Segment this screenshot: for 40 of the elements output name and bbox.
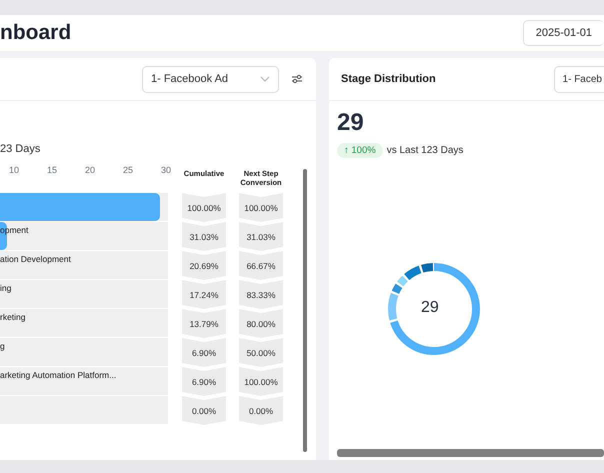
- percentage-cell: 100.00%: [182, 193, 226, 222]
- percentage-cell: 100.00%: [239, 193, 283, 222]
- change-badge: ↑ 100%: [337, 143, 383, 158]
- percentage-cell: 6.90%: [182, 338, 226, 367]
- axis-tick-label: 25: [122, 164, 134, 177]
- caret-icon: [260, 76, 270, 82]
- page-title: nboard: [0, 21, 72, 45]
- percentage-cell: 6.90%: [182, 367, 226, 396]
- axis-tick-label: 20: [84, 164, 96, 177]
- percentage-cell: 31.03%: [239, 222, 283, 251]
- percentage-cell: 80.00%: [239, 309, 283, 338]
- scrollbar[interactable]: [337, 449, 604, 457]
- filter-icon[interactable]: [291, 74, 303, 84]
- stage-label: ation Development: [0, 254, 71, 265]
- total-count: 29: [337, 109, 365, 137]
- percentage-cell: 100.00%: [239, 367, 283, 396]
- percentage-cell: 0.00%: [239, 396, 283, 425]
- stage-label: ing: [0, 283, 12, 294]
- percentage-cell: 66.67%: [239, 251, 283, 280]
- source-dropdown[interactable]: 1- Faceb: [554, 66, 604, 92]
- comparison-text: vs Last 123 Days: [386, 145, 464, 156]
- percentage-cell: 17.24%: [182, 280, 226, 309]
- percentage-cell: 13.79%: [182, 309, 226, 338]
- scrollbar[interactable]: [303, 169, 307, 452]
- axis-tick-label: 10: [8, 164, 20, 177]
- axis-tick-label: 15: [46, 164, 58, 177]
- donut-center-value: 29: [421, 299, 439, 317]
- percentage-cell: 50.00%: [239, 338, 283, 367]
- stage-label: arketing Automation Platform...: [0, 370, 116, 381]
- panel-title: Stage Distribution: [341, 73, 436, 85]
- stage-label: rketing: [0, 312, 26, 323]
- percentage-cell: 83.33%: [239, 280, 283, 309]
- date-field[interactable]: 2025-01-01: [522, 20, 604, 46]
- stage-label: g: [0, 341, 5, 352]
- comparison-text: 23 Days: [0, 143, 42, 157]
- axis-tick-label: 30: [160, 164, 172, 177]
- percentage-cell: 31.03%: [182, 222, 226, 251]
- percentage-cell: 0.00%: [182, 396, 226, 425]
- source-dropdown[interactable]: 1- Facebook Ad: [142, 66, 279, 92]
- percentage-cell: 20.69%: [182, 251, 226, 280]
